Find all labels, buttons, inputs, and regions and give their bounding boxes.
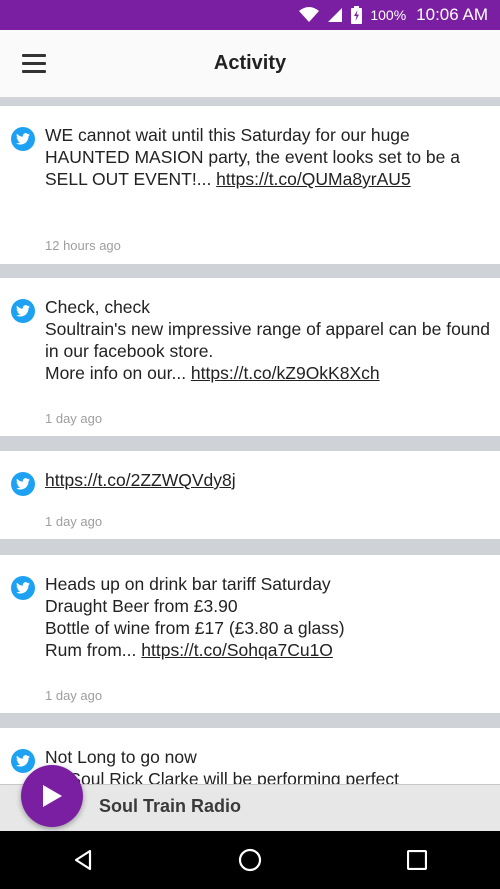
wifi-icon <box>299 7 320 23</box>
tweet-link[interactable]: https://t.co/Sohqa7Cu1O <box>141 640 333 660</box>
tweet-text: WE cannot wait until this Saturday for o… <box>45 125 460 189</box>
twitter-icon <box>11 576 35 600</box>
app-bar: Activity <box>0 30 500 98</box>
home-button[interactable] <box>220 840 280 880</box>
status-bar: 100% 10:06 AM <box>0 0 500 30</box>
activity-feed[interactable]: WE cannot wait until this Saturday for o… <box>0 98 500 784</box>
back-icon <box>75 849 92 871</box>
recents-icon <box>406 850 427 870</box>
battery-percent: 100% <box>370 7 407 23</box>
station-name: Soul Train Radio <box>99 796 242 816</box>
tweet-timestamp: 12 hours ago <box>45 238 121 253</box>
feed-item[interactable]: https://t.co/2ZZWQVdy8j 1 day ago <box>0 451 500 539</box>
recents-button[interactable] <box>387 840 447 880</box>
feed-item[interactable]: Heads up on drink bar tariff Saturday Dr… <box>0 555 500 713</box>
play-icon <box>43 785 62 807</box>
menu-icon[interactable] <box>22 54 46 74</box>
signal-icon <box>327 7 343 23</box>
feed-item[interactable]: Check, check Soultrain's new impressive … <box>0 278 500 436</box>
twitter-icon <box>11 127 35 151</box>
page-title: Activity <box>213 52 287 74</box>
tweet-link[interactable]: https://t.co/kZ9OkK8Xch <box>191 363 380 383</box>
tweet-text: Not Long to go now ...t Soul Rick Clarke… <box>45 747 400 784</box>
twitter-icon <box>11 749 35 773</box>
tweet-link[interactable]: https://t.co/2ZZWQVdy8j <box>45 470 236 490</box>
tweet-text: Check, check Soultrain's new impressive … <box>45 297 490 383</box>
tweet-text: Heads up on drink bar tariff Saturday Dr… <box>45 574 345 660</box>
home-icon <box>238 848 262 872</box>
tweet-timestamp: 1 day ago <box>45 411 103 426</box>
play-button[interactable] <box>21 765 83 827</box>
tweet-timestamp: 1 day ago <box>45 514 103 529</box>
tweet-text: https://t.co/2ZZWQVdy8j <box>45 469 495 491</box>
twitter-icon <box>11 472 35 496</box>
system-nav-bar <box>0 831 500 889</box>
tweet-link[interactable]: https://t.co/QUMa8yrAU5 <box>216 169 411 189</box>
battery-icon <box>351 6 363 24</box>
status-time: 10:06 AM <box>416 5 488 24</box>
feed-item[interactable]: WE cannot wait until this Saturday for o… <box>0 106 500 264</box>
twitter-icon <box>11 299 35 323</box>
tweet-timestamp: 1 day ago <box>45 688 103 703</box>
back-button[interactable] <box>53 840 113 880</box>
